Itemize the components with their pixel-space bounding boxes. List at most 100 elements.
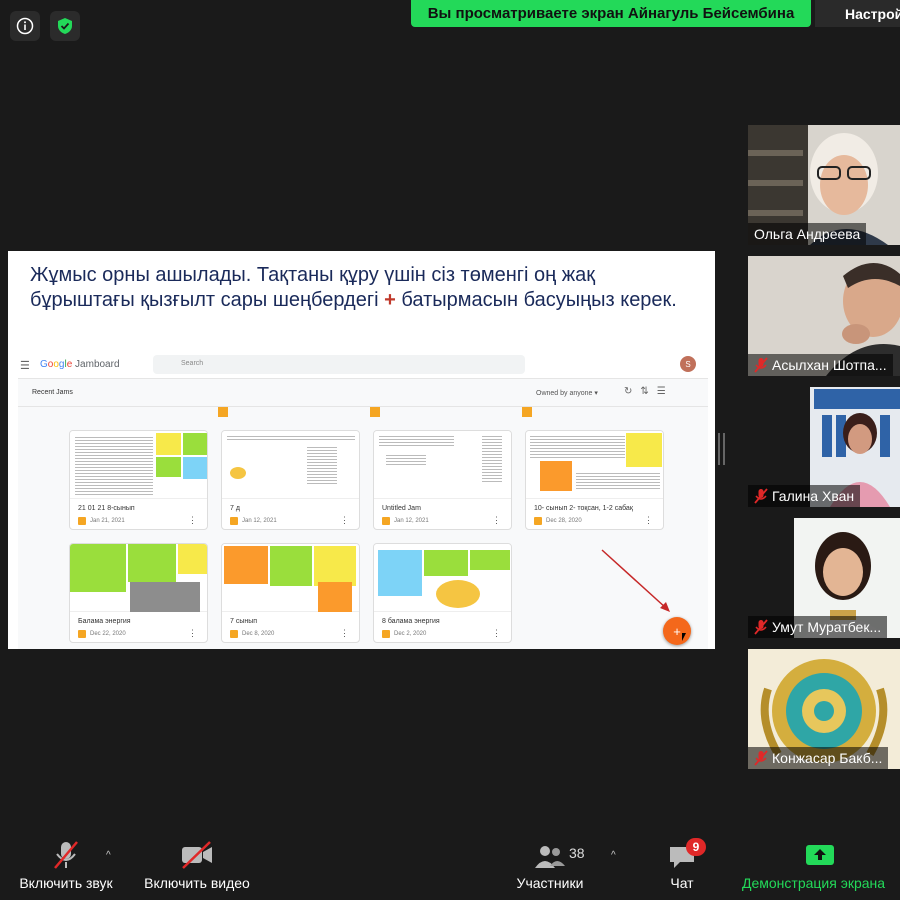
participants-options-caret[interactable]: ^: [611, 850, 616, 861]
more-options-icon[interactable]: ⋮: [340, 515, 349, 526]
more-options-icon[interactable]: ⋮: [492, 628, 501, 639]
encryption-button[interactable]: [50, 11, 80, 41]
jam-title: 8 балама энергия: [382, 618, 440, 625]
jamboard-search-input[interactable]: Search: [153, 355, 525, 374]
jam-date: Dec 2, 2020: [394, 631, 427, 637]
jamboard-file-icon: [78, 630, 86, 638]
jam-thumbnail: [70, 544, 207, 612]
participant-name: Ольга Андреева: [748, 223, 867, 245]
participant-name: Умут Муратбек...: [748, 616, 888, 638]
audio-options-caret[interactable]: ^: [106, 850, 111, 861]
jam-card[interactable]: 10- сынып 2- тоқсан, 1-2 сабақ Dec 28, 2…: [525, 430, 664, 530]
jamboard-product-name: Jamboard: [75, 359, 120, 370]
participant-video-tile[interactable]: Конжасар Бакб...: [748, 649, 900, 769]
chat-label: Чат: [670, 875, 694, 891]
more-options-icon[interactable]: ⋮: [644, 515, 653, 526]
create-jam-button[interactable]: +: [663, 617, 691, 645]
share-screen-label: Демонстрация экрана: [742, 875, 886, 891]
jam-card[interactable]: 21 01 21 8-сынып Jan 21, 2021 ⋮: [69, 430, 208, 530]
jam-date: Jan 12, 2021: [394, 518, 429, 524]
panel-resize-handle[interactable]: [718, 433, 725, 465]
jam-card[interactable]: 7 д Jan 12, 2021 ⋮: [221, 430, 360, 530]
participant-name-text: Асылхан Шотпа...: [772, 357, 887, 373]
jam-title: 21 01 21 8-сынып: [78, 505, 135, 512]
jam-thumbnail: [222, 431, 359, 499]
recent-jams-heading: Recent Jams: [32, 389, 73, 396]
muted-mic-icon: [754, 619, 768, 635]
participant-name: Галина Хван: [748, 485, 861, 507]
jam-date: Dec 28, 2020: [546, 518, 582, 524]
muted-mic-icon: [754, 488, 768, 504]
jamboard-view-tools: ↻⇅☰: [624, 386, 674, 397]
shield-check-icon: [58, 18, 72, 34]
jamboard-file-icon: [78, 517, 86, 525]
participant-video-tile[interactable]: Асылхан Шотпа...: [748, 256, 900, 376]
participant-video-tile[interactable]: Умут Муратбек...: [748, 518, 900, 638]
screen-share-banner: Вы просматриваете экран Айнагуль Бейсемб…: [411, 0, 811, 27]
jam-date: Jan 21, 2021: [90, 518, 125, 524]
video-off-icon: [182, 841, 212, 869]
instruction-plus: +: [384, 289, 396, 311]
mouse-cursor-icon: [682, 633, 686, 641]
hamburger-menu-icon[interactable]: ☰: [20, 359, 30, 372]
emoji-sticker: [436, 580, 480, 608]
partial-card-row: [18, 407, 708, 417]
unmute-label: Включить звук: [19, 875, 113, 891]
participant-name: Конжасар Бакб...: [748, 747, 889, 769]
jam-card[interactable]: 8 балама энергия Dec 2, 2020 ⋮: [373, 543, 512, 643]
refresh-icon[interactable]: ↻: [624, 386, 640, 397]
shared-screen: Жұмыс орны ашылады. Тақтаны құру үшін сі…: [8, 251, 715, 649]
jam-thumbnail: [526, 431, 663, 499]
share-screen-button[interactable]: Демонстрация экрана: [740, 840, 900, 896]
jamboard-file-icon: [230, 517, 238, 525]
owned-by-dropdown[interactable]: Owned by anyone ▾: [536, 389, 598, 397]
participant-name-text: Конжасар Бакб...: [772, 750, 883, 766]
jam-title: 10- сынып 2- тоқсан, 1-2 сабақ: [534, 505, 633, 512]
jam-title: 7 д: [230, 505, 240, 512]
jamboard-window: ☰ Google Jamboard Search S Recent Jams O…: [18, 351, 708, 649]
meeting-info-button[interactable]: [10, 11, 40, 41]
jam-date: Jan 12, 2021: [242, 518, 277, 524]
jam-date: Dec 8, 2020: [242, 631, 275, 637]
start-video-label: Включить видео: [144, 875, 250, 891]
muted-mic-icon: [754, 357, 768, 373]
participant-video-tile[interactable]: Ольга Андреева: [748, 125, 900, 245]
jam-thumbnail: [222, 544, 359, 612]
start-video-button[interactable]: Включить видео: [136, 840, 258, 896]
jamboard-file-icon: [534, 517, 542, 525]
list-view-icon[interactable]: ☰: [657, 386, 674, 397]
more-options-icon[interactable]: ⋮: [492, 515, 501, 526]
share-screen-icon: [806, 845, 834, 865]
info-icon: [16, 17, 34, 35]
jam-card[interactable]: 7 сынып Dec 8, 2020 ⋮: [221, 543, 360, 643]
sort-icon[interactable]: ⇅: [640, 386, 656, 397]
jam-thumbnail: [70, 431, 207, 499]
jamboard-file-icon: [382, 517, 390, 525]
jam-thumbnail: [374, 544, 511, 612]
muted-mic-icon: [54, 841, 78, 869]
avatar[interactable]: S: [680, 356, 696, 372]
jam-card[interactable]: Untitled Jam Jan 12, 2021 ⋮: [373, 430, 512, 530]
jam-thumbnail: [374, 431, 511, 499]
annotation-arrow: [601, 549, 670, 612]
more-options-icon[interactable]: ⋮: [188, 515, 197, 526]
jamboard-file-icon: [382, 630, 390, 638]
participant-name-text: Ольга Андреева: [754, 226, 861, 242]
jam-card[interactable]: Балама энергия Dec 22, 2020 ⋮: [69, 543, 208, 643]
muted-mic-icon: [754, 750, 768, 766]
more-options-icon[interactable]: ⋮: [340, 628, 349, 639]
slide-instruction-text: Жұмыс орны ашылады. Тақтаны құру үшін сі…: [30, 263, 690, 313]
unmute-button[interactable]: Включить звук: [6, 840, 126, 896]
participant-video-tile[interactable]: Галина Хван: [748, 387, 900, 507]
view-options-button[interactable]: Настрой: [815, 0, 900, 27]
owned-by-label: Owned by anyone: [536, 390, 593, 397]
participants-button[interactable]: 38 Участники: [500, 840, 600, 896]
chat-unread-badge: 9: [686, 838, 706, 856]
participants-count: 38: [569, 845, 585, 861]
emoji-sticker: [230, 467, 246, 479]
jam-date: Dec 22, 2020: [90, 631, 126, 637]
jamboard-logo: Google Jamboard: [40, 359, 120, 370]
participant-name: Асылхан Шотпа...: [748, 354, 893, 376]
jam-title: 7 сынып: [230, 618, 258, 625]
more-options-icon[interactable]: ⋮: [188, 628, 197, 639]
